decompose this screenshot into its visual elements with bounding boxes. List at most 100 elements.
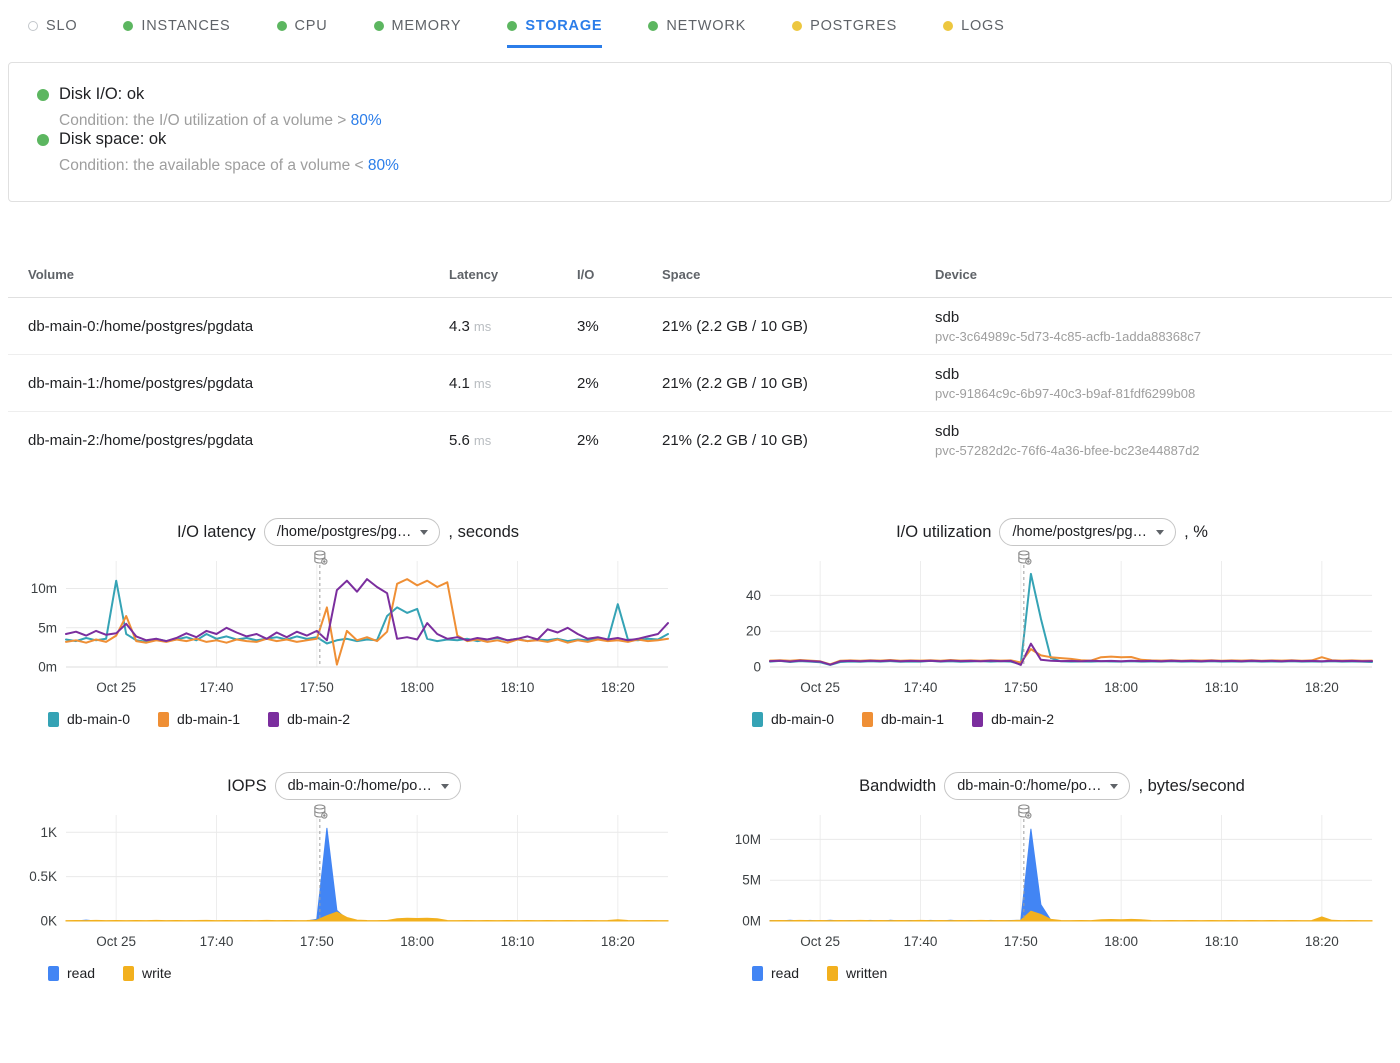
cell-device: sdb pvc-91864c9c-6b97-40c3-b9af-81fdf6299…: [935, 366, 1392, 401]
column-header-volume: Volume: [28, 267, 449, 282]
device-pvc-id: pvc-3c64989c-5d73-4c85-acfb-1adda88368c7: [935, 329, 1392, 344]
chart-io-utilization: I/O utilization /home/postgres/pg… , % 0…: [712, 517, 1392, 727]
tab-status-dot: [507, 21, 517, 31]
tab-slo[interactable]: SLO: [28, 18, 77, 48]
tab-status-dot: [123, 21, 133, 31]
bandwidth-chart[interactable]: 0M5M10MOct 2517:4017:5018:0018:1018:20: [712, 803, 1380, 955]
gridlines: [770, 561, 1372, 667]
dropdown-value: /home/postgres/pg…: [277, 524, 412, 540]
condition-text: Condition: the I/O utilization of a volu…: [59, 112, 351, 129]
legend-label: db-main-0: [771, 711, 834, 727]
svg-text:10M: 10M: [735, 832, 761, 847]
latency-unit: ms: [474, 319, 491, 334]
svg-text:17:50: 17:50: [300, 680, 334, 695]
volume-select-dropdown[interactable]: /home/postgres/pg…: [999, 518, 1176, 546]
tab-status-dot: [648, 21, 658, 31]
dropdown-value: /home/postgres/pg…: [1012, 524, 1147, 540]
status-card: Disk I/O: ok Condition: the I/O utilizat…: [8, 62, 1392, 202]
legend-label: read: [67, 965, 95, 981]
device-pvc-id: pvc-91864c9c-6b97-40c3-b9af-81fdf6299b08: [935, 386, 1392, 401]
latency-unit: ms: [474, 433, 491, 448]
svg-text:18:20: 18:20: [601, 680, 635, 695]
chart-title: Bandwidth: [859, 777, 936, 796]
iops-chart[interactable]: 0K0.5K1KOct 2517:4017:5018:0018:1018:20: [8, 803, 676, 955]
cell-space: 21% (2.2 GB / 10 GB): [662, 375, 935, 392]
svg-text:17:40: 17:40: [904, 680, 938, 695]
svg-text:40: 40: [746, 588, 761, 603]
cell-latency: 5.6ms: [449, 432, 577, 449]
volume-select-dropdown[interactable]: db-main-0:/home/po…: [275, 772, 461, 800]
io-utilization-chart[interactable]: 02040Oct 2517:4017:5018:0018:1018:20: [712, 549, 1380, 701]
volumes-table: Volume Latency I/O Space Device db-main-…: [8, 252, 1392, 469]
cell-volume: db-main-0:/home/postgres/pgdata: [28, 318, 449, 335]
axis-labels: 02040Oct 2517:4017:5018:0018:1018:20: [746, 588, 1339, 695]
table-row: db-main-1:/home/postgres/pgdata4.1ms2%21…: [8, 355, 1392, 412]
legend-item-read: read: [752, 965, 799, 981]
svg-text:17:50: 17:50: [1004, 934, 1038, 949]
svg-text:0: 0: [753, 660, 761, 675]
cell-device: sdbpvc-57282d2c-76f6-4a36-bfee-bc23e4488…: [935, 423, 1392, 458]
svg-text:17:50: 17:50: [1004, 680, 1038, 695]
tab-label: POSTGRES: [810, 18, 897, 34]
series-write: [66, 912, 668, 921]
cell-space: 21% (2.2 GB / 10 GB): [662, 318, 935, 335]
tab-label: STORAGE: [525, 18, 602, 34]
legend-swatch: [48, 966, 59, 981]
svg-text:18:10: 18:10: [501, 934, 535, 949]
volume-select-dropdown[interactable]: /home/postgres/pg…: [264, 518, 441, 546]
legend-item-write: write: [123, 965, 172, 981]
status-title: Disk space: ok: [59, 130, 166, 149]
latency-unit: ms: [474, 376, 491, 391]
svg-text:Oct 25: Oct 25: [96, 934, 136, 949]
svg-text:18:20: 18:20: [1305, 934, 1339, 949]
device-name: sdb: [935, 366, 1392, 383]
tab-instances[interactable]: INSTANCES: [123, 18, 230, 48]
chevron-down-icon: [1110, 784, 1118, 789]
svg-text:Oct 25: Oct 25: [96, 680, 136, 695]
series-read: [66, 828, 668, 921]
tab-logs[interactable]: LOGS: [943, 18, 1005, 48]
column-header-space: Space: [662, 267, 935, 282]
legend-item-db-main-2: db-main-2: [972, 711, 1054, 727]
legend-label: write: [142, 965, 172, 981]
legend-item-db-main-1: db-main-1: [862, 711, 944, 727]
threshold-link[interactable]: 80%: [368, 157, 399, 174]
database-event-icon: [315, 551, 327, 564]
tab-postgres[interactable]: POSTGRES: [792, 18, 897, 48]
legend-label: db-main-0: [67, 711, 130, 727]
dropdown-value: db-main-0:/home/po…: [288, 778, 432, 794]
io-latency-chart[interactable]: 0m5m10mOct 2517:4017:5018:0018:1018:20: [8, 549, 676, 701]
legend-item-db-main-2: db-main-2: [268, 711, 350, 727]
tab-status-dot: [28, 21, 38, 31]
tab-storage[interactable]: STORAGE: [507, 18, 602, 48]
svg-text:18:20: 18:20: [601, 934, 635, 949]
cell-space: 21% (2.2 GB / 10 GB): [662, 432, 935, 449]
threshold-link[interactable]: 80%: [351, 112, 382, 129]
status-item-disk-io: Disk I/O: ok: [37, 85, 1363, 104]
legend-label: written: [846, 965, 887, 981]
gridlines: [770, 815, 1372, 921]
device-name: sdb: [935, 423, 1392, 440]
legend-label: db-main-1: [881, 711, 944, 727]
chart-title: I/O utilization: [896, 523, 991, 542]
svg-text:18:10: 18:10: [501, 680, 535, 695]
legend-swatch: [158, 712, 169, 727]
chart-title: IOPS: [227, 777, 266, 796]
tab-label: NETWORK: [666, 18, 746, 34]
legend-swatch: [752, 966, 763, 981]
legend-swatch: [972, 712, 983, 727]
svg-text:17:40: 17:40: [200, 680, 234, 695]
svg-text:0K: 0K: [40, 914, 57, 929]
volume-select-dropdown[interactable]: db-main-0:/home/po…: [944, 772, 1130, 800]
chart-bandwidth: Bandwidth db-main-0:/home/po… , bytes/se…: [712, 771, 1392, 981]
status-condition: Condition: the available space of a volu…: [59, 157, 1363, 175]
tab-network[interactable]: NETWORK: [648, 18, 746, 48]
tab-status-dot: [943, 21, 953, 31]
svg-text:18:10: 18:10: [1205, 680, 1239, 695]
chart-title: I/O latency: [177, 523, 256, 542]
legend-swatch: [862, 712, 873, 727]
tab-label: INSTANCES: [141, 18, 230, 34]
svg-text:20: 20: [746, 624, 761, 639]
tab-cpu[interactable]: CPU: [277, 18, 328, 48]
tab-memory[interactable]: MEMORY: [374, 18, 462, 48]
